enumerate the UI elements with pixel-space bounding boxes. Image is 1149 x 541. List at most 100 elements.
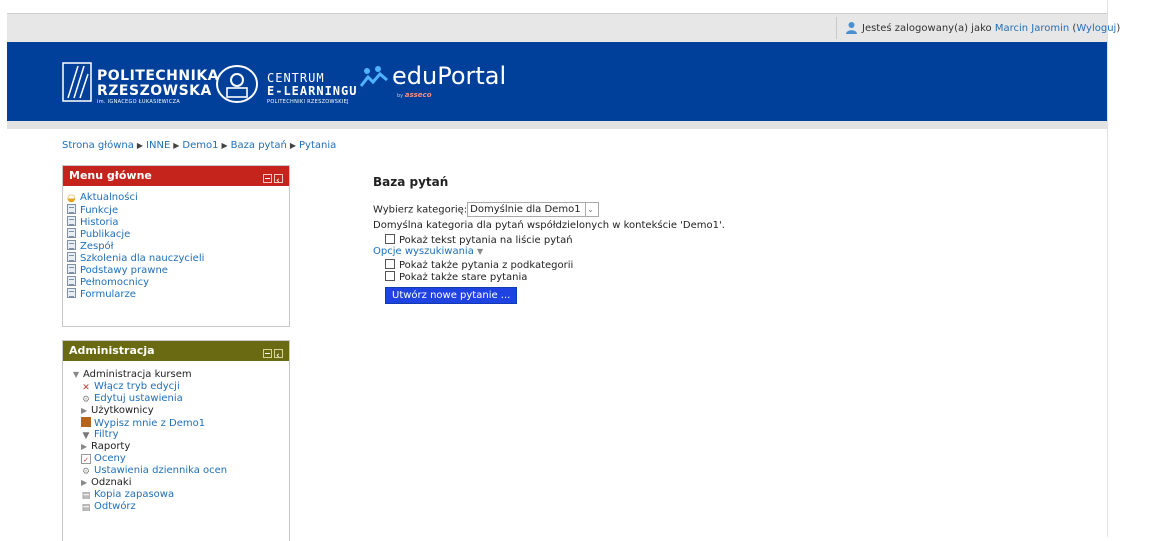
login-prefix: Jesteś zalogowany(a) jako (862, 23, 992, 34)
admin-item-label[interactable]: Edytuj ustawienia (94, 393, 183, 404)
category-label: Wybierz kategorię: (373, 204, 468, 216)
show-old-checkbox[interactable] (385, 271, 395, 281)
centrum-line3: POLITECHNIKI RZESZOWSKIEJ (267, 99, 349, 105)
banner-underline (7, 121, 1107, 129)
breadcrumb-inne[interactable]: INNE (146, 140, 170, 151)
menu-item-label[interactable]: Podstawy prawne (80, 265, 168, 276)
eduportal-by-text: by (397, 93, 404, 99)
create-question-button[interactable]: Utwórz nowe pytanie ... (385, 287, 518, 304)
politechnika-line3: im. IGNACEGO ŁUKASIEWICZA (97, 99, 181, 105)
chevron-down-icon: ▼ (477, 247, 484, 256)
admin-item-label[interactable]: Wypisz mnie z Demo1 (94, 418, 205, 429)
menu-item-podstawy[interactable]: Podstawy prawne (67, 264, 289, 276)
breadcrumb-separator-icon: ▶ (289, 141, 297, 150)
breadcrumb-separator-icon: ▶ (136, 141, 144, 150)
page-icon (67, 264, 76, 274)
search-options-toggle[interactable]: Opcje wyszukiwania ▼ (373, 246, 483, 257)
category-select[interactable]: Domyślnie dla Demo1 ⌄ (467, 202, 599, 217)
breadcrumb-baza-pytan[interactable]: Baza pytań (231, 140, 287, 151)
menu-item-label[interactable]: Zespół (80, 241, 114, 252)
show-text-checkbox[interactable] (385, 234, 395, 244)
collapse-block-icon[interactable] (263, 174, 272, 183)
politechnika-line2: RZESZOWSKA (97, 83, 212, 99)
collapse-block-icon[interactable] (263, 349, 272, 358)
dock-block-icon[interactable] (274, 346, 283, 366)
breadcrumb-demo1[interactable]: Demo1 (182, 140, 218, 151)
admin-item-users[interactable]: ▶ Użytkownicy (73, 405, 289, 417)
breadcrumb-pytania[interactable]: Pytania (299, 140, 336, 151)
backup-icon: ▤ (81, 491, 91, 501)
header-banner: POLITECHNIKA RZESZOWSKA im. IGNACEGO ŁUK… (7, 42, 1107, 129)
admin-item-restore[interactable]: ▤ Odtwórz (73, 501, 289, 513)
page-icon (67, 204, 76, 214)
menu-item-aktualnosci[interactable]: ◒ Aktualności (67, 192, 289, 204)
admin-item-label: Raporty (91, 441, 131, 452)
menu-item-formularze[interactable]: Formularze (67, 288, 289, 300)
menu-item-zespol[interactable]: Zespół (67, 240, 289, 252)
search-options-label[interactable]: Opcje wyszukiwania (373, 246, 474, 257)
menu-item-label[interactable]: Pełnomocnicy (80, 277, 149, 288)
centrum-line1: CENTRUM (267, 71, 325, 85)
user-name-link[interactable]: Marcin Jaromin (995, 23, 1069, 34)
admin-item-label: Odznaki (91, 477, 132, 488)
category-description: Domyślna kategoria dla pytań współdzielo… (373, 220, 725, 231)
show-old-row[interactable]: Pokaż także stare pytania (373, 271, 527, 283)
menu-item-publikacje[interactable]: Publikacje (67, 228, 289, 240)
main-menu-header: Menu główne (63, 166, 289, 191)
top-bar: Jesteś zalogowany(a) jako Marcin Jaromin… (7, 13, 1120, 42)
menu-item-label[interactable]: Szkolenia dla nauczycieli (80, 253, 204, 264)
menu-item-pelnomocnicy[interactable]: Pełnomocnicy (67, 276, 289, 288)
menu-item-label[interactable]: Historia (80, 217, 119, 228)
admin-item-backup[interactable]: ▤ Kopia zapasowa (73, 489, 289, 501)
category-select-value: Domyślnie dla Demo1 (470, 204, 581, 215)
admin-item-reports[interactable]: ▶ Raporty (73, 441, 289, 453)
category-row: Wybierz kategorię: Domyślnie dla Demo1 ⌄ (373, 202, 599, 217)
admin-item-filters[interactable]: ▼ Filtry (73, 429, 289, 441)
page-icon (67, 240, 76, 250)
show-text-row[interactable]: Pokaż tekst pytania na liście pytań (373, 234, 573, 246)
admin-section-label: Administracja kursem (83, 369, 192, 380)
menu-item-szkolenia[interactable]: Szkolenia dla nauczycieli (67, 252, 289, 264)
politechnika-line1: POLITECHNIKA (97, 68, 220, 84)
show-sub-checkbox[interactable] (385, 259, 395, 269)
menu-item-label[interactable]: Formularze (80, 289, 136, 300)
admin-item-badges[interactable]: ▶ Odznaki (73, 477, 289, 489)
admin-item-grades[interactable]: ✓ Oceny (73, 453, 289, 465)
menu-item-funkcje[interactable]: Funkcje (67, 204, 289, 216)
show-sub-row[interactable]: Pokaż także pytania z podkategorii (373, 259, 573, 271)
eduportal-people-icon (359, 66, 388, 87)
admin-item-label[interactable]: Ustawienia dziennika ocen (94, 465, 227, 476)
logout-link[interactable]: Wyloguj (1076, 23, 1116, 34)
elearning-emblem-icon (216, 65, 258, 103)
restore-icon: ▤ (81, 503, 91, 513)
page-icon (67, 228, 76, 238)
admin-section-course[interactable]: ▼ Administracja kursem (73, 369, 289, 381)
show-old-label: Pokaż także stare pytania (399, 272, 528, 283)
dock-block-icon[interactable] (274, 171, 283, 191)
admin-item-settings[interactable]: ⚙ Edytuj ustawienia (73, 393, 289, 405)
admin-item-unenrol[interactable]: Wypisz mnie z Demo1 (73, 417, 289, 429)
admin-item-label[interactable]: Kopia zapasowa (94, 489, 174, 500)
admin-item-label[interactable]: Włącz tryb edycji (94, 381, 180, 392)
admin-item-label: Użytkownicy (91, 405, 154, 416)
breadcrumb: Strona główna ▶ INNE ▶ Demo1 ▶ Baza pytań ▶ Pyta… (62, 140, 336, 151)
admin-item-gradebook-settings[interactable]: ⚙ Ustawienia dziennika ocen (73, 465, 289, 477)
menu-item-label[interactable]: Funkcje (80, 205, 118, 216)
admin-item-label[interactable]: Oceny (94, 453, 126, 464)
expanded-arrow-icon: ▼ (73, 370, 80, 379)
menu-item-label[interactable]: Aktualności (80, 192, 138, 203)
menu-item-label[interactable]: Publikacje (80, 229, 130, 240)
menu-item-historia[interactable]: Historia (67, 216, 289, 228)
eduportal-name: eduPortal (392, 62, 507, 90)
collapsed-arrow-icon: ▶ (81, 478, 88, 487)
user-icon (846, 22, 857, 34)
main-menu-block: Menu główne ◒ Aktualności Funkcje Histori… (62, 165, 290, 327)
asseco-brand: asseco (404, 91, 432, 99)
admin-item-label[interactable]: Odtwórz (94, 501, 136, 512)
admin-item-label[interactable]: Filtry (94, 429, 119, 440)
forum-icon: ◒ (67, 193, 76, 204)
gear-icon: ⚙ (81, 395, 91, 405)
admin-item-edit-mode[interactable]: ✕ Włącz tryb edycji (73, 381, 289, 393)
breadcrumb-home[interactable]: Strona główna (62, 140, 134, 151)
collapsed-arrow-icon: ▶ (81, 406, 88, 415)
